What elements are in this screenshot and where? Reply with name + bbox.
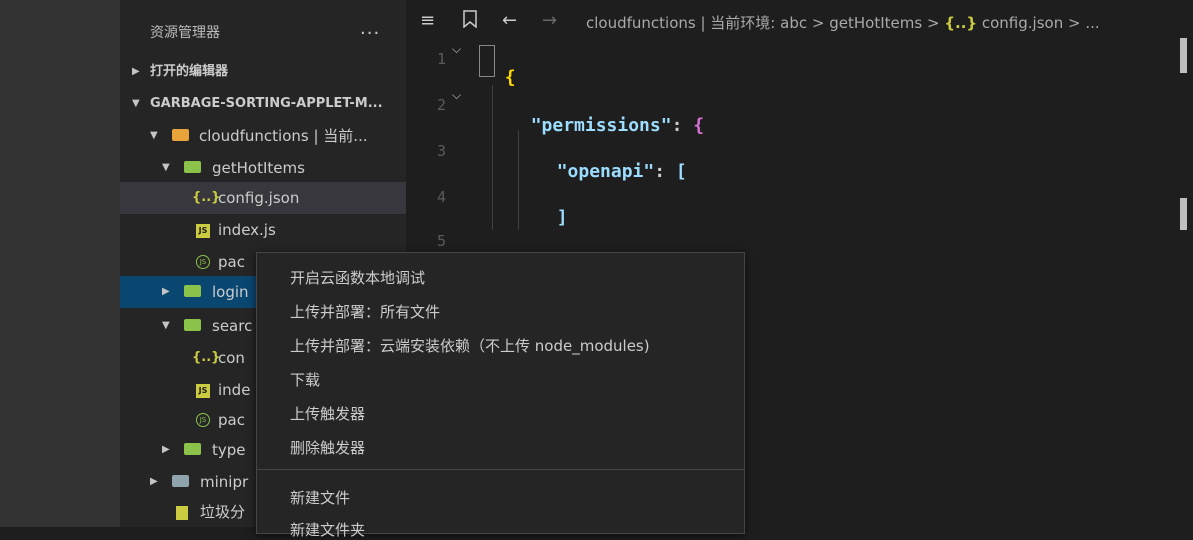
menu-item-deploy-cloud-install[interactable]: 上传并部署：云端安装依赖（不上传 node_modules) — [290, 335, 650, 356]
chevron-down-icon: ▼ — [150, 130, 158, 141]
menu-item-upload-trigger[interactable]: 上传触发器 — [290, 403, 365, 424]
tree-item-label: con — [218, 349, 245, 367]
json-key: "permissions" — [530, 115, 672, 136]
file-icon — [176, 506, 188, 520]
menu-item-local-debug[interactable]: 开启云函数本地调试 — [290, 267, 425, 288]
fold-chevron-icon[interactable]: ⌵ — [452, 88, 461, 103]
tree-item-label: minipr — [200, 473, 249, 491]
breadcrumb-tail[interactable]: > ... — [1068, 14, 1100, 32]
tree-item-label: pac — [218, 253, 245, 271]
tree-item-cloudfunctions[interactable]: ▼ cloudfunctions | 当前... — [120, 120, 406, 152]
tree-item-label: login — [212, 283, 249, 301]
tree-item-label: searc — [212, 317, 253, 335]
tree-item-label: inde — [218, 381, 251, 399]
line-number: 1 — [436, 50, 446, 68]
json-brace: { — [693, 115, 705, 136]
tree-item-label: getHotItems — [212, 159, 305, 177]
tree-item-label: index.js — [218, 221, 276, 239]
json-bracket: ] — [556, 207, 568, 228]
folder-icon — [184, 285, 201, 297]
breadcrumb-gethotitems[interactable]: getHotItems — [829, 14, 922, 32]
json-colon: : — [654, 161, 676, 182]
open-editors-section[interactable]: ▶ 打开的编辑器 — [120, 56, 406, 88]
project-section[interactable]: ▼ GARBAGE-SORTING-APPLET-M... — [120, 88, 406, 120]
breadcrumb-separator: > — [926, 14, 940, 32]
json-key: "openapi" — [556, 161, 655, 182]
json-file-icon: {..} — [192, 350, 221, 365]
more-actions-icon[interactable]: ... — [360, 18, 380, 39]
tree-item-gethotitems[interactable]: ▼ getHotItems — [120, 152, 406, 184]
breadcrumb-config-json[interactable]: config.json — [982, 14, 1063, 32]
tree-item-label: cloudfunctions | 当前... — [199, 127, 368, 145]
breadcrumb: cloudfunctions | 当前环境: abc > getHotItems… — [586, 12, 1100, 33]
list-icon[interactable]: ≡ — [420, 10, 435, 31]
chevron-right-icon: ▶ — [132, 66, 140, 77]
folder-icon — [184, 443, 201, 455]
menu-separator — [257, 469, 744, 470]
code-line-2[interactable]: "permissions": { — [509, 94, 704, 136]
tree-item-index-js[interactable]: JS index.js — [120, 214, 406, 246]
code-line-3[interactable]: "openapi": [ — [535, 140, 687, 182]
chevron-right-icon: ▶ — [162, 444, 170, 455]
js-file-icon: JS — [196, 384, 210, 398]
menu-item-download[interactable]: 下载 — [290, 369, 320, 390]
breadcrumb-cloudfunctions[interactable]: cloudfunctions | 当前环境: abc — [586, 14, 807, 32]
open-editors-label: 打开的编辑器 — [150, 64, 229, 79]
code-line-4[interactable]: ] — [535, 186, 568, 228]
explorer-header: 资源管理器 ... — [120, 0, 406, 50]
project-label: GARBAGE-SORTING-APPLET-M... — [150, 96, 383, 111]
line-number: 5 — [436, 232, 446, 250]
editor-scrollbar-thumb[interactable] — [1180, 38, 1187, 73]
indent-guide — [518, 130, 519, 230]
chevron-down-icon: ▼ — [132, 98, 140, 109]
json-bracket: [ — [675, 161, 687, 182]
line-number: 2 — [436, 96, 446, 114]
package-json-icon: JS — [196, 413, 210, 427]
chevron-down-icon: ▼ — [162, 162, 170, 173]
tree-item-config-json[interactable]: {..} config.json — [120, 182, 406, 214]
js-file-icon: JS — [196, 224, 210, 238]
editor-breadcrumb-bar: ≡ ← → cloudfunctions | 当前环境: abc > getHo… — [406, 0, 1193, 50]
bookmark-icon[interactable] — [462, 10, 478, 33]
chevron-right-icon: ▶ — [162, 286, 170, 297]
activity-bar — [0, 0, 120, 527]
explorer-title: 资源管理器 — [150, 25, 220, 41]
folder-icon — [184, 319, 201, 331]
breadcrumb-separator: > — [811, 14, 825, 32]
folder-cloud-icon — [172, 129, 189, 141]
package-json-icon: JS — [196, 255, 210, 269]
menu-item-new-file[interactable]: 新建文件 — [290, 487, 350, 508]
chevron-down-icon: ▼ — [162, 320, 170, 331]
menu-item-delete-trigger[interactable]: 删除触发器 — [290, 437, 365, 458]
json-brace: { — [504, 67, 516, 88]
line-number: 3 — [436, 142, 446, 160]
fold-chevron-icon[interactable]: ⌵ — [452, 42, 461, 57]
menu-item-deploy-all[interactable]: 上传并部署：所有文件 — [290, 301, 440, 322]
back-icon[interactable]: ← — [502, 10, 517, 31]
minimap-scroll-marker[interactable] — [1180, 198, 1187, 230]
tree-item-label: config.json — [218, 189, 300, 207]
indent-guide — [492, 85, 493, 230]
tree-item-label: 垃圾分 — [200, 503, 246, 521]
tree-item-label: pac — [218, 411, 245, 429]
code-line-1[interactable]: { — [483, 46, 516, 88]
context-menu: 开启云函数本地调试 上传并部署：所有文件 上传并部署：云端安装依赖（不上传 no… — [256, 252, 745, 539]
folder-icon — [172, 475, 189, 487]
chevron-right-icon: ▶ — [150, 476, 158, 487]
line-number: 4 — [436, 188, 446, 206]
json-file-icon: {..} — [944, 14, 978, 32]
json-file-icon: {..} — [192, 190, 221, 205]
json-colon: : — [671, 115, 694, 136]
folder-icon — [184, 161, 201, 173]
menu-item-new-folder[interactable]: 新建文件夹 — [290, 519, 365, 540]
forward-icon[interactable]: → — [542, 10, 557, 31]
tree-item-label: type — [212, 441, 246, 459]
